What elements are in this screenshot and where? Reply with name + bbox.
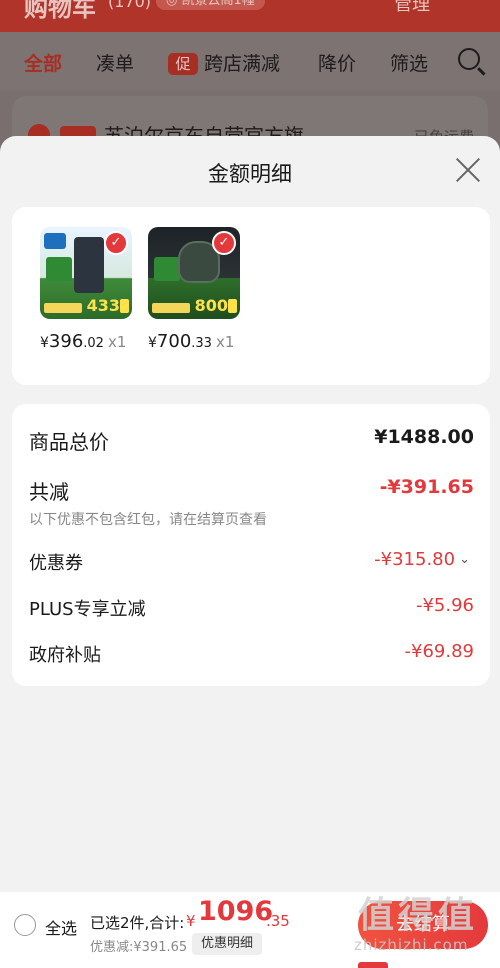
price-symbol: ¥ bbox=[148, 335, 157, 351]
select-all-label[interactable]: 全选 bbox=[45, 915, 77, 939]
watermark-logo: 值得值 bbox=[358, 895, 479, 936]
product-price: ¥700.33 x1 bbox=[148, 331, 258, 352]
amount-breakdown: 商品总价 ¥1488.00 共减 -¥391.65 以下优惠不包含红包，请在结算… bbox=[12, 404, 490, 686]
bottom-strip bbox=[0, 960, 500, 968]
brand-badge bbox=[44, 233, 66, 249]
plus-label: PLUS专享立减 bbox=[29, 599, 146, 620]
manage-button[interactable]: 管理 bbox=[394, 0, 430, 16]
watermark: 值得值 zhizhizhi.com bbox=[354, 886, 494, 960]
saved-amount: 优惠减:¥391.65 bbox=[90, 940, 188, 955]
thumb-price: 433 bbox=[86, 296, 120, 315]
total-price-row: 商品总价 ¥1488.00 bbox=[29, 426, 474, 455]
discount-detail-button[interactable]: 优惠明细 bbox=[192, 933, 263, 955]
cart-title: 购物车 bbox=[24, 0, 96, 22]
product-item[interactable]: 433 ✓ ¥396.02 x1 bbox=[40, 227, 150, 352]
tab-cross-store-label: 跨店满减 bbox=[204, 53, 281, 75]
badge-indicator bbox=[358, 962, 388, 968]
check-icon: ✓ bbox=[212, 231, 236, 255]
price-dec: .33 bbox=[191, 336, 212, 351]
water-dispenser-thumb: 433 ✓ bbox=[40, 227, 132, 319]
tab-bundle[interactable]: 凑单 bbox=[96, 49, 134, 76]
tab-filter[interactable]: 筛选 bbox=[390, 49, 428, 76]
gov-subsidy-value: -¥69.89 bbox=[404, 641, 474, 662]
gov-subsidy-row: 政府补贴 -¥69.89 bbox=[29, 641, 474, 667]
select-all-radio[interactable] bbox=[14, 914, 36, 936]
cart-header: 购物车 (170) ◎ 凯景云阁1幢 管理 bbox=[0, 0, 500, 32]
amount-detail-sheet: 金额明细 433 ✓ ¥396.02 x1 800 ✓ ¥700.33 x1 商… bbox=[0, 136, 500, 896]
tab-all[interactable]: 全部 bbox=[24, 49, 62, 76]
subsidy-badge bbox=[46, 257, 72, 281]
selected-summary: 已选2件,合计: bbox=[90, 914, 185, 932]
total-decimal: .35 bbox=[266, 912, 290, 930]
check-icon: ✓ bbox=[104, 231, 128, 255]
plus-value: -¥5.96 bbox=[415, 595, 474, 616]
subsidy-badge bbox=[154, 257, 180, 281]
search-icon[interactable] bbox=[458, 48, 480, 70]
close-icon[interactable] bbox=[454, 156, 482, 184]
subsidy-strip bbox=[152, 303, 190, 313]
product-image bbox=[74, 237, 104, 293]
chevron-down-icon: ⌄ bbox=[459, 552, 470, 567]
total-symbol: ¥ bbox=[186, 912, 196, 930]
total-reduce-row: 共减 -¥391.65 以下优惠不包含红包，请在结算页查看 bbox=[29, 476, 474, 529]
tab-cross-store[interactable]: 促跨店满减 bbox=[168, 49, 280, 76]
total-price-value: ¥1488.00 bbox=[374, 426, 474, 448]
price-int: 396 bbox=[48, 331, 84, 352]
coupon-value-wrap: -¥315.80 ⌄ bbox=[374, 549, 470, 570]
watermark-url: zhizhizhi.com bbox=[354, 936, 469, 954]
yuan-tag bbox=[228, 299, 237, 313]
yuan-tag bbox=[120, 299, 129, 313]
cart-tabs: 全部 凑单 促跨店满减 降价 筛选 bbox=[0, 32, 500, 90]
total-amount: 1096 bbox=[198, 896, 274, 927]
reduce-note: 以下优惠不包含红包，请在结算页查看 bbox=[29, 512, 267, 528]
tab-price-drop[interactable]: 降价 bbox=[318, 49, 356, 76]
price-int: 700 bbox=[156, 331, 192, 352]
product-price: ¥396.02 x1 bbox=[40, 331, 150, 352]
product-qty: x1 bbox=[215, 333, 235, 351]
gaming-mouse-thumb: 800 ✓ bbox=[148, 227, 240, 319]
price-dec: .02 bbox=[83, 336, 104, 351]
product-qty: x1 bbox=[107, 333, 127, 351]
coupon-row[interactable]: 优惠券 -¥315.80 ⌄ bbox=[29, 549, 474, 575]
product-item[interactable]: 800 ✓ ¥700.33 x1 bbox=[148, 227, 258, 352]
thumb-price: 800 bbox=[194, 296, 228, 315]
plus-row: PLUS专享立减 -¥5.96 bbox=[29, 595, 474, 621]
coupon-value: -¥315.80 bbox=[374, 549, 456, 570]
subsidy-strip bbox=[44, 303, 82, 313]
cart-count: (170) bbox=[108, 0, 152, 11]
total-reduce-value: -¥391.65 bbox=[379, 476, 474, 498]
address-text: 凯景云阁1幢 bbox=[181, 0, 255, 8]
sheet-title: 金额明细 bbox=[208, 162, 292, 186]
promo-tag: 促 bbox=[168, 53, 198, 75]
location-pin-icon: ◎ bbox=[166, 0, 182, 8]
price-symbol: ¥ bbox=[40, 335, 49, 351]
selected-products: 433 ✓ ¥396.02 x1 800 ✓ ¥700.33 x1 bbox=[12, 207, 490, 385]
address-pill[interactable]: ◎ 凯景云阁1幢 bbox=[156, 0, 265, 10]
